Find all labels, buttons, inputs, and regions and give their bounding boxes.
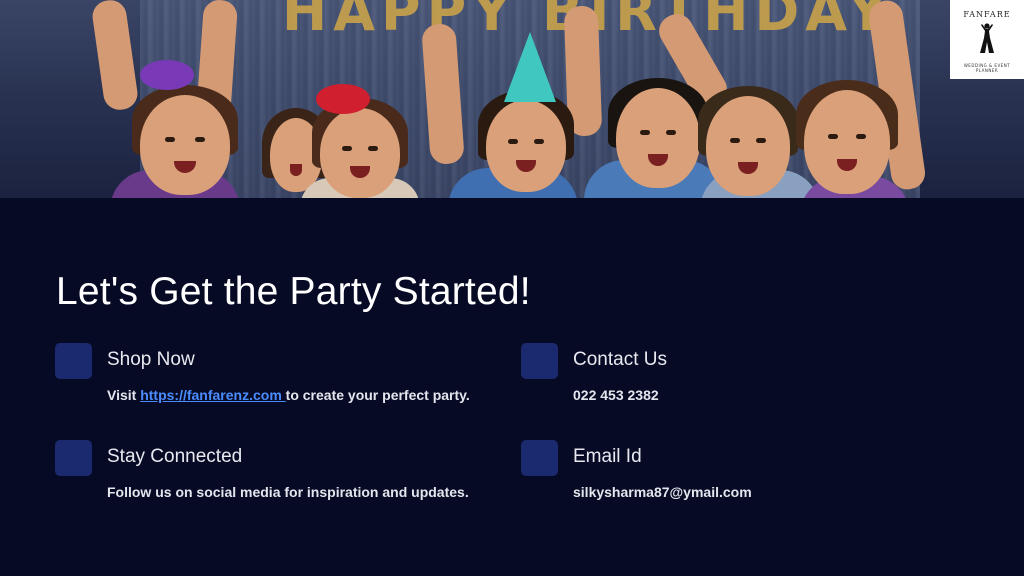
stay-connected-description: Follow us on social media for inspiratio… — [107, 484, 469, 500]
child-face — [796, 80, 898, 194]
child-face — [132, 85, 238, 195]
website-link[interactable]: https://fanfarenz.com — [140, 387, 285, 403]
child-face — [698, 86, 798, 196]
logo-tagline-line2: PLANNER — [975, 68, 999, 73]
child-face — [608, 78, 708, 188]
social-icon — [55, 440, 92, 476]
party-hat — [504, 32, 556, 102]
shop-now-heading: Shop Now — [107, 349, 195, 370]
phone-icon — [521, 343, 558, 379]
shop-desc-suffix: to create your perfect party. — [285, 387, 470, 403]
stay-connected-heading: Stay Connected — [107, 446, 243, 467]
shop-icon — [55, 343, 92, 379]
child-face — [312, 98, 408, 198]
shop-desc-prefix: Visit — [107, 387, 141, 403]
logo-brand-text: FANFARE — [963, 10, 1011, 19]
purple-bow — [140, 60, 194, 90]
email-heading: Email Id — [573, 446, 642, 467]
red-bow — [316, 84, 370, 114]
phone-number: 022 453 2382 — [573, 387, 659, 403]
email-address: silkysharma87@ymail.com — [573, 484, 752, 500]
shop-now-description: Visit https://fanfarenz.com to create yo… — [107, 387, 470, 403]
page-title: Let's Get the Party Started! — [56, 270, 531, 313]
child-face — [478, 90, 574, 192]
email-icon — [521, 440, 558, 476]
hero-image: HAPPY BIRTHDAY — [0, 0, 1024, 198]
fanfare-logo: FANFARE WEDDING & EVENT PLANNER — [950, 0, 1024, 79]
raised-arm — [90, 0, 140, 112]
contact-us-heading: Contact Us — [573, 349, 667, 370]
dancer-silhouette-icon — [976, 22, 998, 61]
